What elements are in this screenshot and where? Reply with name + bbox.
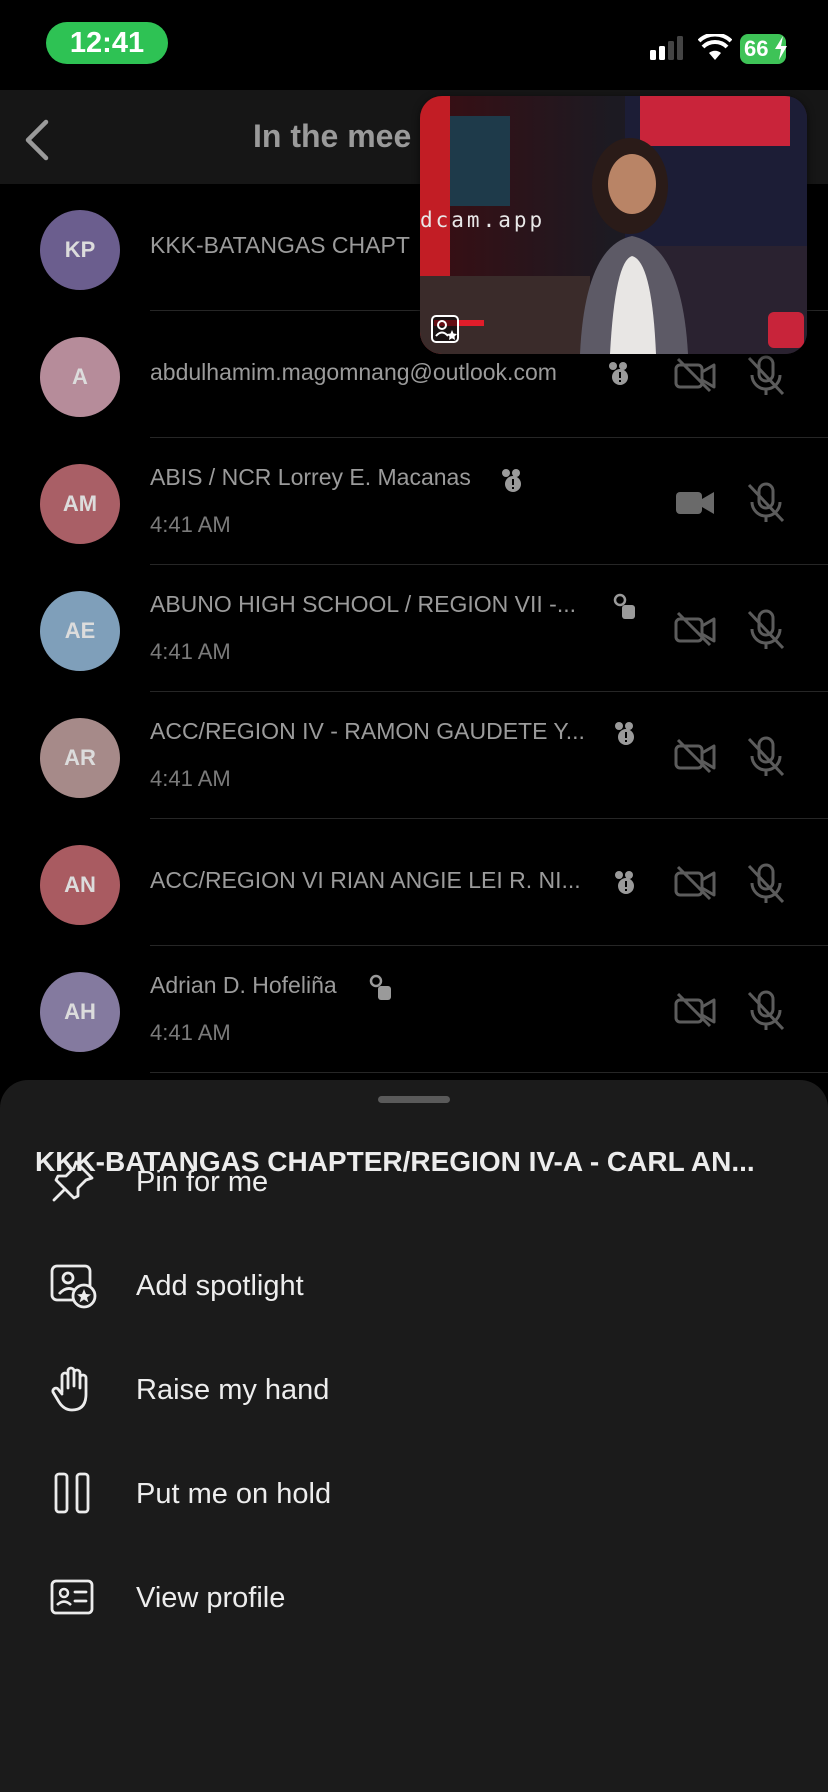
status-time: 12:41 xyxy=(46,22,168,64)
page-title: In the mee xyxy=(253,118,412,154)
menu-item-label: Put me on hold xyxy=(136,1478,332,1510)
participant-row[interactable]: AM ABIS / NCR Lorrey E. Macanas 4:41 AM xyxy=(0,438,828,565)
avatar: AR xyxy=(40,718,120,798)
spotlight-badge-icon xyxy=(431,315,459,343)
join-time: 4:41 AM xyxy=(150,1020,231,1045)
menu-item-label: Raise my hand xyxy=(136,1374,330,1406)
participant-name: ACC/REGION IV - RAMON GAUDETE Y... xyxy=(150,718,585,744)
avatar: AE xyxy=(40,591,120,671)
avatar: AH xyxy=(40,972,120,1052)
video-off-icon xyxy=(674,611,716,647)
pip-overlay-text: dcam.app xyxy=(420,208,546,232)
external-user-icon xyxy=(369,974,391,1000)
participant-row[interactable]: AR ACC/REGION IV - RAMON GAUDETE Y... 4:… xyxy=(0,692,828,819)
mic-off-icon xyxy=(747,482,785,523)
contact-card-icon xyxy=(50,1579,94,1615)
participant-row[interactable]: AN ACC/REGION VI RIAN ANGIE LEI R. NI... xyxy=(0,819,828,946)
participant-action-sheet: KKK-BATANGAS CHAPTER/REGION IV-A - CARL … xyxy=(0,1080,828,1792)
menu-item-label: View profile xyxy=(136,1582,286,1614)
cellular-signal-icon xyxy=(650,36,683,60)
video-off-icon xyxy=(674,992,716,1028)
mic-off-icon xyxy=(747,736,785,777)
pip-video-window[interactable]: dcam.app xyxy=(420,96,807,354)
raise-hand-icon xyxy=(51,1366,88,1412)
join-time: 4:41 AM xyxy=(150,766,231,791)
video-off-icon xyxy=(674,357,716,393)
participant-name: ACC/REGION VI RIAN ANGIE LEI R. NI... xyxy=(150,867,581,893)
avatar: A xyxy=(40,337,120,417)
avatar: KP xyxy=(40,210,120,290)
add-spotlight-item[interactable]: Add spotlight xyxy=(0,1210,828,1314)
participant-name: ABUNO HIGH SCHOOL / REGION VII -... xyxy=(150,591,576,617)
video-off-icon xyxy=(674,865,716,901)
participant-row[interactable]: AH Adrian D. Hofeliña 4:41 AM xyxy=(0,946,828,1073)
org-badge-icon xyxy=(615,722,634,745)
org-badge-icon xyxy=(615,871,634,894)
external-user-icon xyxy=(613,593,635,619)
menu-item-label: Pin for me xyxy=(136,1166,269,1198)
pause-icon xyxy=(54,1472,90,1514)
pin-for-me-item[interactable]: Pin for me xyxy=(0,1106,828,1210)
put-on-hold-item[interactable]: Put me on hold xyxy=(0,1418,828,1522)
participant-row[interactable]: AE ABUNO HIGH SCHOOL / REGION VII -... 4… xyxy=(0,565,828,692)
org-badge-icon xyxy=(609,362,628,385)
charging-bolt-icon xyxy=(775,36,787,60)
back-chevron-icon[interactable] xyxy=(22,118,52,162)
video-on-icon xyxy=(676,492,714,514)
participant-name: ABIS / NCR Lorrey E. Macanas xyxy=(150,464,471,490)
participant-name: KKK-BATANGAS CHAPT xyxy=(150,232,410,258)
view-profile-item[interactable]: View profile xyxy=(0,1522,828,1626)
menu-item-label: Add spotlight xyxy=(136,1270,304,1302)
participant-name: Adrian D. Hofeliña xyxy=(150,972,337,998)
join-time: 4:41 AM xyxy=(150,512,231,537)
mic-off-icon xyxy=(747,990,785,1031)
avatar: AN xyxy=(40,845,120,925)
sheet-drag-handle[interactable] xyxy=(378,1096,450,1103)
org-badge-icon xyxy=(502,469,521,492)
raise-hand-item[interactable]: Raise my hand xyxy=(0,1314,828,1418)
mic-off-icon xyxy=(747,609,785,650)
video-off-icon xyxy=(674,738,716,774)
join-time: 4:41 AM xyxy=(150,639,231,664)
avatar: AM xyxy=(40,464,120,544)
status-bar: 12:41 66 xyxy=(0,0,828,90)
spotlight-icon xyxy=(50,1264,97,1309)
divider xyxy=(150,1072,828,1073)
pin-icon xyxy=(52,1160,94,1202)
wifi-icon xyxy=(698,34,732,60)
mic-off-icon xyxy=(747,863,785,904)
mic-off-icon xyxy=(747,355,785,396)
participant-name: abdulhamim.magomnang@outlook.com xyxy=(150,359,557,385)
